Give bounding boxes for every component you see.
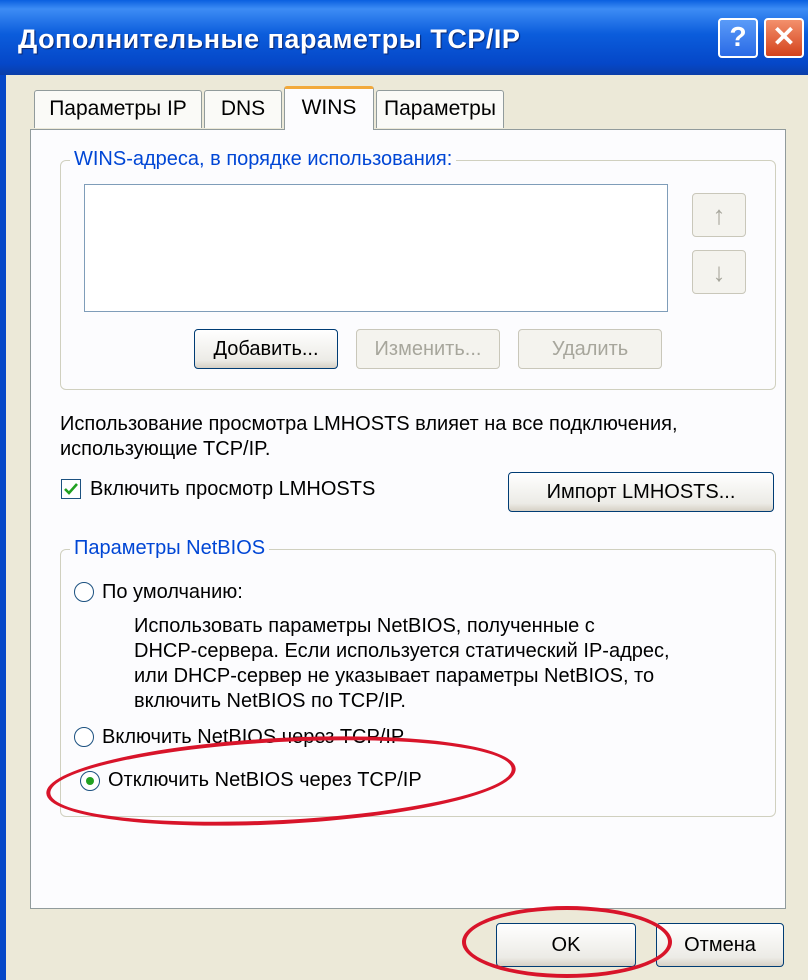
tab-dns[interactable]: DNS bbox=[204, 90, 282, 128]
netbios-default-desc-2: DHCP-сервера. Если используется статичес… bbox=[134, 640, 670, 662]
remove-button[interactable]: Удалить bbox=[518, 329, 662, 369]
netbios-default-radio[interactable] bbox=[74, 582, 94, 602]
move-down-button[interactable]: ↓ bbox=[692, 250, 746, 294]
arrow-up-icon: ↑ bbox=[712, 200, 726, 230]
netbios-default-desc-1: Использовать параметры NetBIOS, полученн… bbox=[134, 615, 595, 637]
help-button[interactable]: ? bbox=[718, 18, 758, 58]
netbios-enable-label[interactable]: Включить NetBIOS через TCP/IP bbox=[102, 725, 404, 750]
window-border bbox=[0, 75, 6, 980]
tab-wins[interactable]: WINS bbox=[284, 86, 374, 130]
import-lmhosts-button[interactable]: Импорт LMHOSTS... bbox=[508, 472, 774, 512]
netbios-disable-label[interactable]: Отключить NetBIOS через TCP/IP bbox=[108, 768, 422, 793]
netbios-default-desc-3: или DHCP-сервер не указывает параметры N… bbox=[134, 665, 655, 687]
tab-ip-settings[interactable]: Параметры IP bbox=[34, 90, 202, 128]
cancel-button[interactable]: Отмена bbox=[656, 923, 784, 967]
arrow-down-icon: ↓ bbox=[712, 257, 726, 287]
netbios-default-label[interactable]: По умолчанию: bbox=[102, 580, 243, 605]
netbios-enable-radio[interactable] bbox=[74, 727, 94, 747]
move-up-button[interactable]: ↑ bbox=[692, 193, 746, 237]
title-bar[interactable]: Дополнительные параметры TCP/IP ? ✕ bbox=[0, 0, 808, 75]
enable-lmhosts-checkbox[interactable] bbox=[61, 479, 81, 499]
add-button[interactable]: Добавить... bbox=[194, 329, 338, 369]
advanced-tcpip-dialog: Дополнительные параметры TCP/IP ? ✕ Пара… bbox=[0, 0, 808, 980]
netbios-default-desc-4: включить NetBIOS по TCP/IP. bbox=[134, 690, 406, 712]
tab-options[interactable]: Параметры bbox=[376, 90, 504, 128]
radio-selected-dot bbox=[86, 777, 94, 785]
wins-group-label: WINS-адреса, в порядке использования: bbox=[70, 148, 457, 171]
netbios-group-label: Параметры NetBIOS bbox=[70, 537, 270, 560]
close-icon: ✕ bbox=[772, 21, 796, 52]
wins-address-list[interactable] bbox=[84, 184, 668, 312]
ok-button[interactable]: OK bbox=[496, 923, 636, 967]
lmhosts-info-line2: использующие TCP/IP. bbox=[60, 438, 271, 460]
netbios-disable-radio[interactable] bbox=[80, 771, 100, 791]
window-title: Дополнительные параметры TCP/IP bbox=[18, 24, 521, 54]
lmhosts-info-line1: Использование просмотра LMHOSTS влияет н… bbox=[60, 413, 678, 435]
close-button[interactable]: ✕ bbox=[764, 18, 804, 58]
enable-lmhosts-label[interactable]: Включить просмотр LMHOSTS bbox=[90, 477, 375, 502]
edit-button[interactable]: Изменить... bbox=[356, 329, 500, 369]
checkmark-icon bbox=[64, 483, 78, 495]
